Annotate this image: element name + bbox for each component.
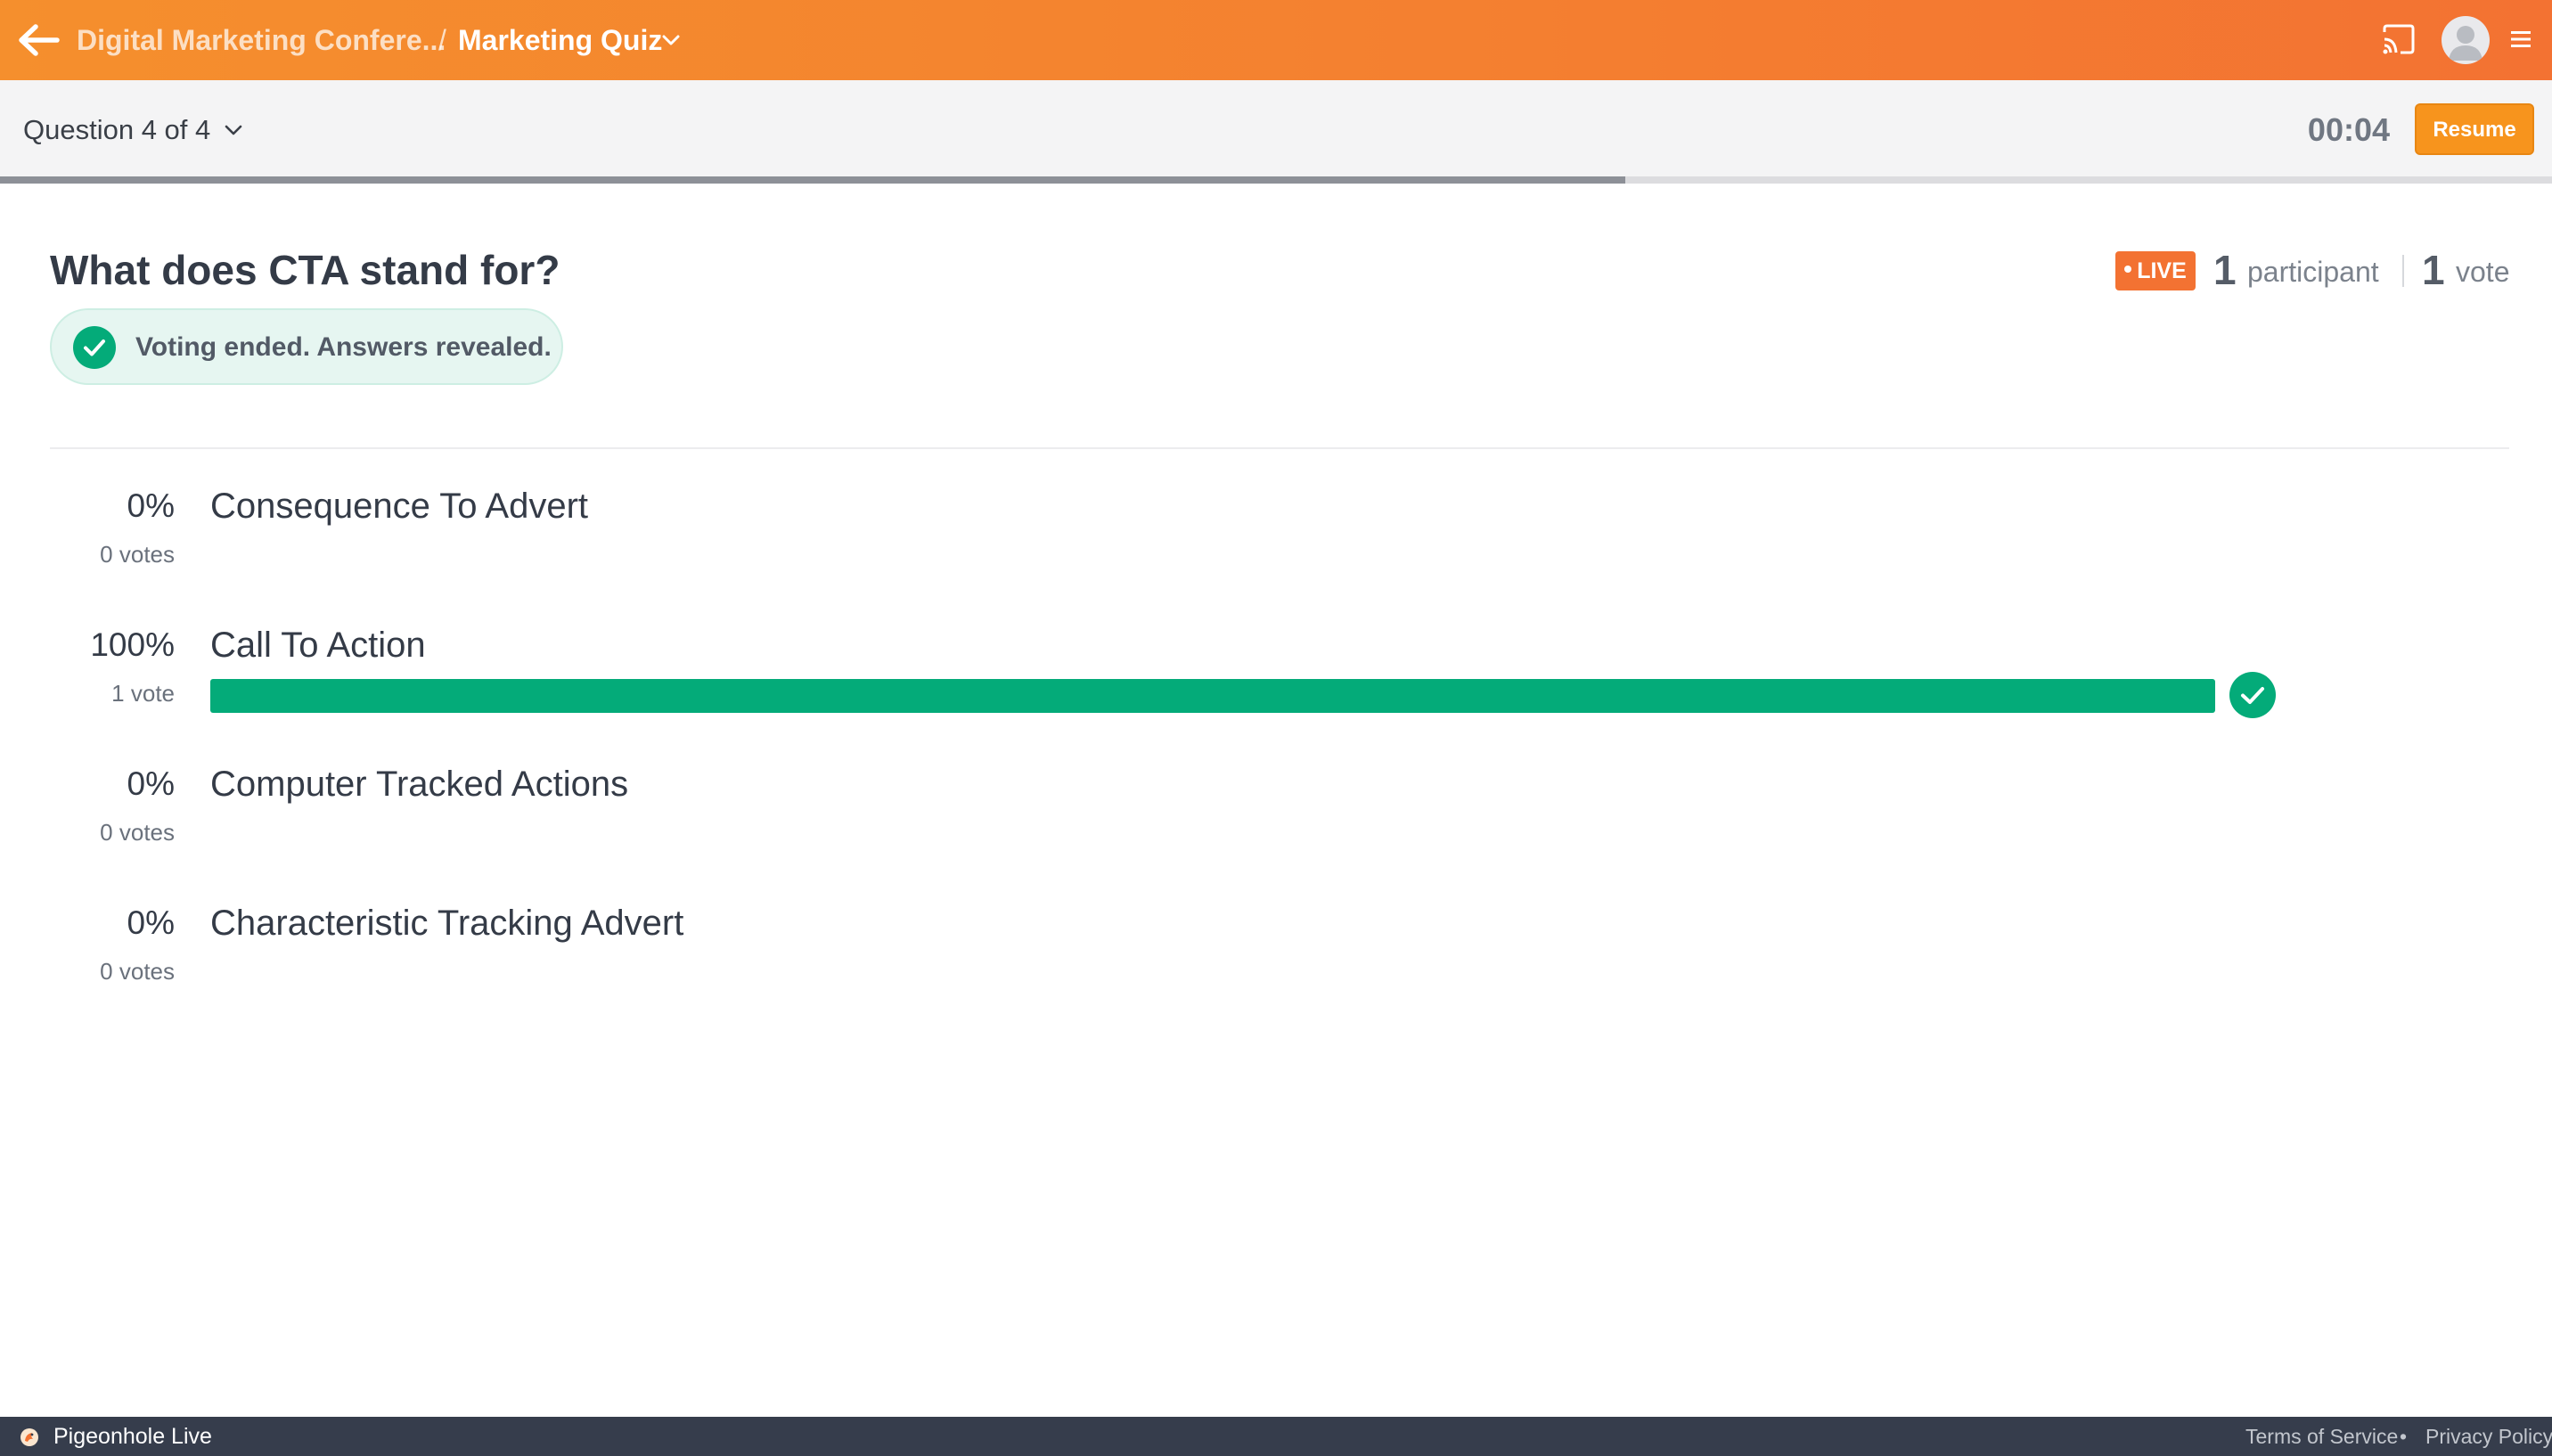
privacy-policy-link[interactable]: Privacy Policy (2425, 1417, 2552, 1456)
question-progress-fill (0, 176, 1625, 184)
live-label: LIVE (2137, 258, 2187, 283)
footer: Pigeonhole Live Terms of Service • Priva… (0, 1417, 2552, 1456)
option-percent: 0% (127, 904, 175, 941)
live-dot-icon (2124, 266, 2132, 274)
section-divider (50, 447, 2509, 449)
user-avatar-icon[interactable] (2442, 16, 2490, 64)
option-votes: 0 votes (100, 819, 175, 846)
live-badge: LIVE (2115, 251, 2196, 290)
question-toolbar: Question 4 of 4 00:04 Resume (0, 80, 2552, 180)
question-progress-bar (0, 176, 2552, 184)
option-label: Call To Action (210, 626, 426, 665)
breadcrumb-session-title[interactable]: Marketing Quiz (458, 20, 662, 61)
answer-option: 0% 0 votes Computer Tracked Actions (0, 757, 2552, 891)
footer-brand[interactable]: Pigeonhole Live (53, 1417, 212, 1456)
correct-answer-check-icon (2229, 672, 2276, 718)
option-percent: 0% (127, 487, 175, 524)
option-result-bar (210, 679, 2215, 713)
back-arrow-icon[interactable] (16, 20, 62, 61)
breadcrumb-separator: / (438, 24, 446, 56)
app-header: Digital Marketing Confere... / Marketing… (0, 0, 2552, 80)
chevron-down-icon[interactable] (223, 119, 244, 141)
option-votes: 0 votes (100, 958, 175, 985)
voting-status-text: Voting ended. Answers revealed. (135, 332, 552, 362)
breadcrumb-event[interactable]: Digital Marketing Confere... (77, 20, 446, 61)
question-selector[interactable]: Question 4 of 4 (23, 107, 210, 153)
answer-option-correct: 100% 1 vote Call To Action (0, 618, 2552, 752)
hamburger-menu-icon[interactable] (2509, 28, 2532, 51)
pigeonhole-logo-icon (20, 1427, 39, 1447)
option-votes: 1 vote (111, 680, 175, 707)
option-votes: 0 votes (100, 541, 175, 568)
option-label: Consequence To Advert (210, 487, 589, 526)
cast-icon[interactable] (2381, 23, 2417, 55)
vote-count: 1 (2422, 247, 2445, 293)
chevron-down-icon[interactable] (661, 30, 681, 50)
option-label: Characteristic Tracking Advert (210, 904, 684, 943)
timer: 00:04 (2307, 111, 2390, 148)
participant-label: participant (2247, 256, 2379, 288)
answer-option: 0% 0 votes Characteristic Tracking Adver… (0, 896, 2552, 1030)
stats-divider (2402, 255, 2404, 287)
option-percent: 0% (127, 765, 175, 802)
question-title: What does CTA stand for? (50, 247, 560, 293)
voting-status-banner: Voting ended. Answers revealed. (50, 308, 563, 385)
check-circle-icon (73, 326, 116, 369)
option-percent: 100% (90, 626, 175, 663)
vote-label: vote (2456, 256, 2510, 288)
terms-of-service-link[interactable]: Terms of Service (2245, 1417, 2398, 1456)
option-label: Computer Tracked Actions (210, 765, 629, 804)
footer-separator: • (2400, 1425, 2408, 1448)
answer-option: 0% 0 votes Consequence To Advert (0, 479, 2552, 613)
participant-count: 1 (2213, 247, 2237, 293)
resume-button[interactable]: Resume (2415, 103, 2534, 155)
